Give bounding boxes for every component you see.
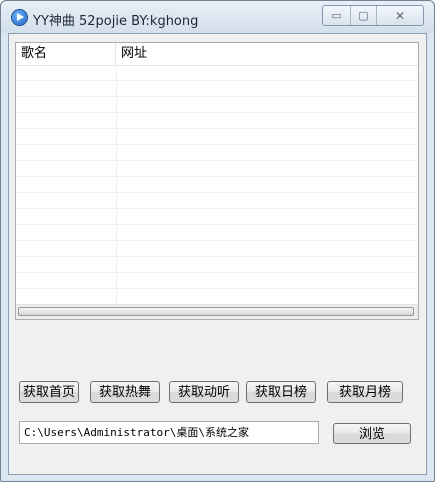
table-row[interactable] (16, 241, 418, 257)
list-body[interactable] (16, 65, 418, 319)
app-window: YY神曲 52pojie BY:kghong ▭ ▢ ✕ 歌名 网址 获取首页 … (0, 0, 435, 482)
column-header-url[interactable]: 网址 (116, 43, 418, 65)
table-row[interactable] (16, 113, 418, 129)
table-row[interactable] (16, 177, 418, 193)
get-monthly-chart-button[interactable]: 获取月榜 (327, 381, 403, 403)
table-row[interactable] (16, 97, 418, 113)
title-bar[interactable]: YY神曲 52pojie BY:kghong ▭ ▢ ✕ (1, 1, 434, 33)
app-play-icon (12, 10, 27, 25)
table-row[interactable] (16, 209, 418, 225)
table-row[interactable] (16, 129, 418, 145)
table-row[interactable] (16, 81, 418, 97)
table-row[interactable] (16, 161, 418, 177)
table-row[interactable] (16, 145, 418, 161)
client-area: 歌名 网址 获取首页 获取热舞 获取动听 获取日榜 获取月榜 C:\Users\… (8, 33, 427, 475)
table-row[interactable] (16, 193, 418, 209)
get-home-button[interactable]: 获取首页 (19, 381, 79, 403)
save-path-field[interactable]: C:\Users\Administrator\桌面\系统之家 (19, 421, 319, 444)
column-header-song-name[interactable]: 歌名 (16, 43, 116, 65)
window-title: YY神曲 52pojie BY:kghong (33, 14, 199, 29)
list-header: 歌名 网址 (16, 43, 418, 66)
close-button[interactable]: ✕ (376, 6, 423, 25)
get-moving-button[interactable]: 获取动听 (169, 381, 239, 403)
table-row[interactable] (16, 289, 418, 305)
song-list[interactable]: 歌名 网址 (15, 42, 419, 320)
get-daily-chart-button[interactable]: 获取日榜 (246, 381, 316, 403)
table-row[interactable] (16, 65, 418, 81)
maximize-button[interactable]: ▢ (350, 6, 376, 25)
minimize-button[interactable]: ▭ (323, 6, 350, 25)
table-row[interactable] (16, 257, 418, 273)
browse-button[interactable]: 浏览 (333, 423, 411, 444)
table-row[interactable] (16, 225, 418, 241)
table-row[interactable] (16, 273, 418, 289)
get-hot-dance-button[interactable]: 获取热舞 (90, 381, 160, 403)
horizontal-scrollbar[interactable] (16, 304, 418, 319)
scrollbar-thumb[interactable] (18, 307, 414, 316)
caption-buttons: ▭ ▢ ✕ (322, 5, 424, 26)
